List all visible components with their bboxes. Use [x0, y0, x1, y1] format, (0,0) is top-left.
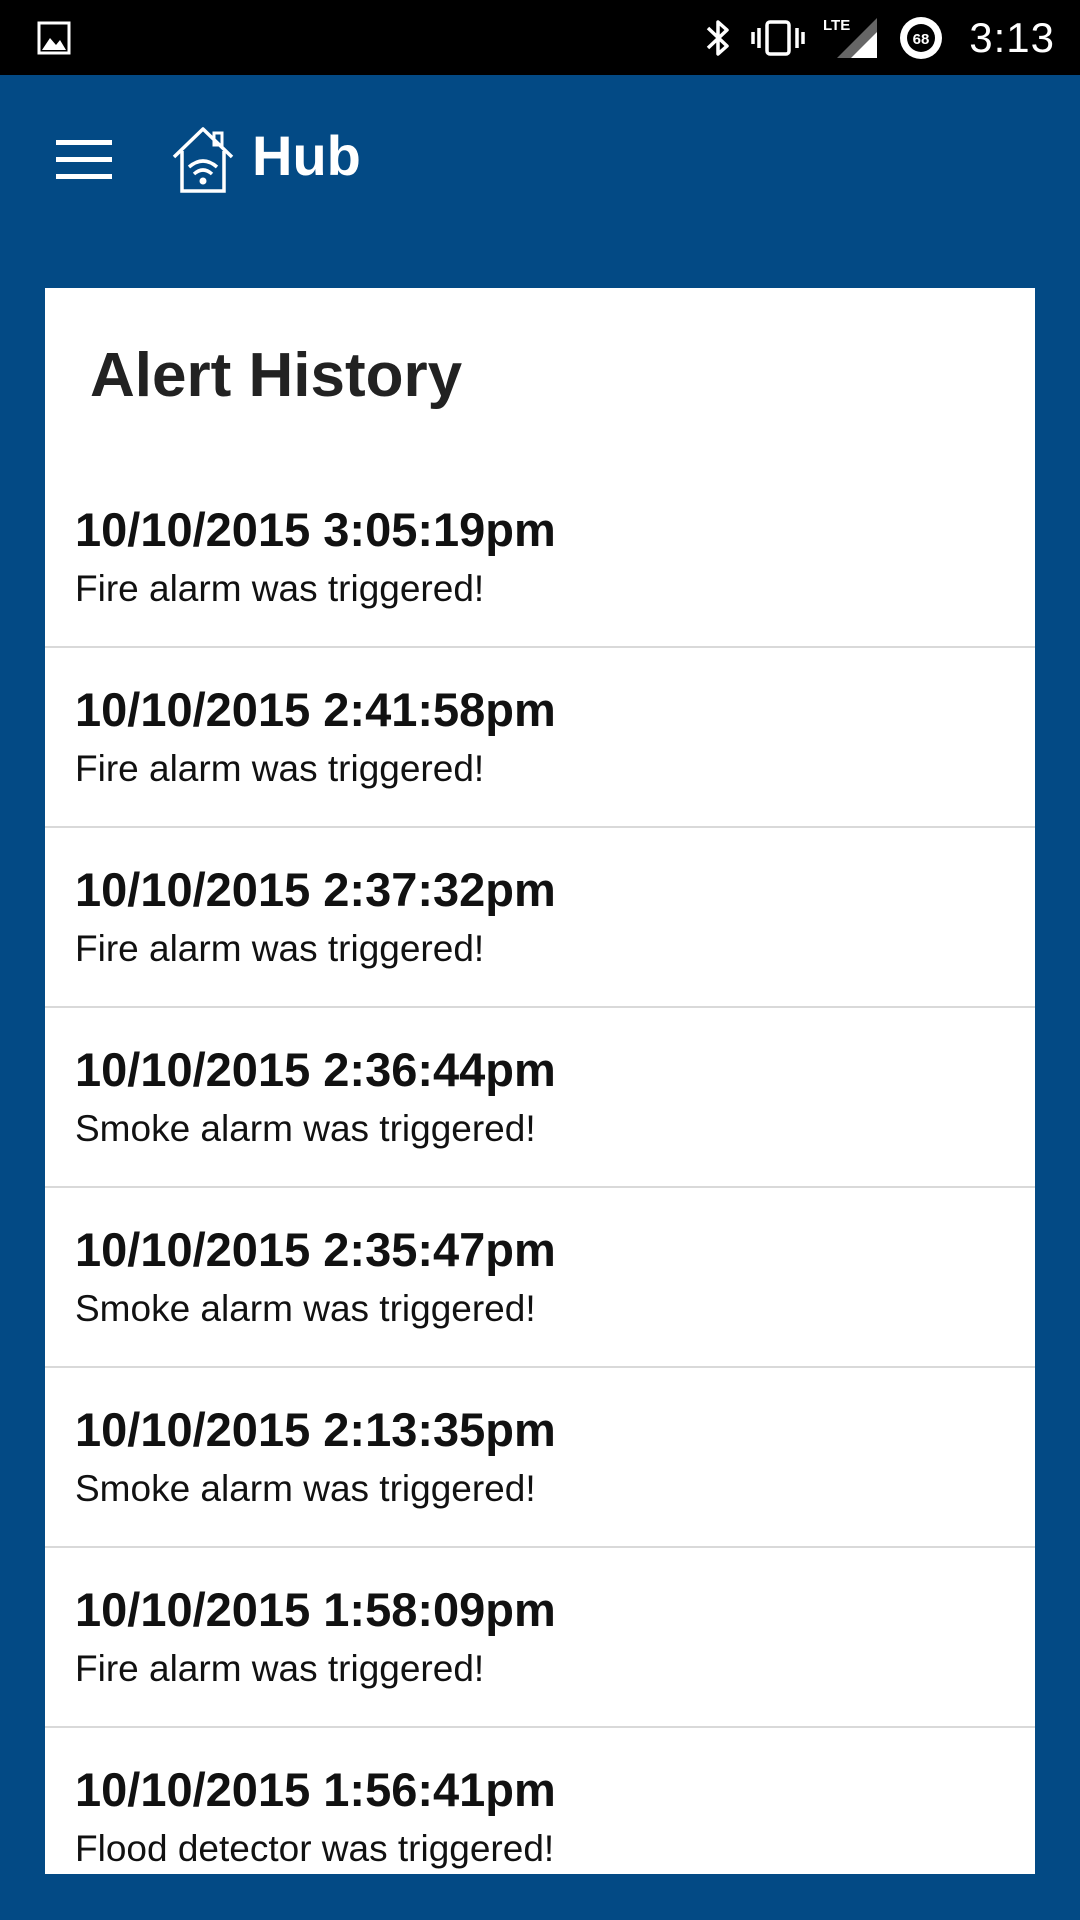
- svg-text:68: 68: [913, 31, 930, 48]
- alert-message: Fire alarm was triggered!: [75, 568, 485, 609]
- alert-message: Flood detector was triggered!: [75, 1828, 555, 1869]
- alert-item[interactable]: 10/10/2015 1:58:09pm Fire alarm was trig…: [45, 1548, 1035, 1728]
- alert-item[interactable]: 10/10/2015 2:37:32pm Fire alarm was trig…: [45, 828, 1035, 1008]
- svg-text:LTE: LTE: [823, 17, 850, 34]
- status-time: 3:13: [969, 13, 1055, 61]
- card-title: Alert History: [90, 341, 463, 410]
- alert-message: Fire alarm was triggered!: [75, 1648, 485, 1689]
- alert-item[interactable]: 10/10/2015 3:05:19pm Fire alarm was trig…: [45, 468, 1035, 648]
- status-bar: LTE 68 3:13: [0, 0, 1080, 75]
- image-icon: [37, 21, 71, 55]
- bluetooth-icon: [703, 16, 733, 60]
- alert-item[interactable]: 10/10/2015 2:36:44pm Smoke alarm was tri…: [45, 1008, 1035, 1188]
- battery-icon: 68: [897, 14, 945, 62]
- alert-time: 10/10/2015 2:36:44pm: [75, 1043, 556, 1096]
- alert-time: 10/10/2015 2:13:35pm: [75, 1403, 556, 1456]
- alert-time: 10/10/2015 2:35:47pm: [75, 1223, 556, 1276]
- home-wifi-icon: [170, 125, 236, 195]
- alert-time: 10/10/2015 2:37:32pm: [75, 863, 556, 916]
- alert-time: 10/10/2015 1:56:41pm: [75, 1763, 556, 1816]
- alert-time: 10/10/2015 3:05:19pm: [75, 503, 556, 556]
- app-bar: Hub: [0, 75, 1080, 245]
- alert-item[interactable]: 10/10/2015 2:35:47pm Smoke alarm was tri…: [45, 1188, 1035, 1368]
- alert-history-card: Alert History 10/10/2015 3:05:19pm Fire …: [45, 288, 1035, 1874]
- alert-message: Smoke alarm was triggered!: [75, 1288, 536, 1329]
- alert-item[interactable]: 10/10/2015 2:13:35pm Smoke alarm was tri…: [45, 1368, 1035, 1548]
- alert-list[interactable]: 10/10/2015 3:05:19pm Fire alarm was trig…: [45, 468, 1035, 1874]
- alert-message: Fire alarm was triggered!: [75, 928, 485, 969]
- alert-item[interactable]: 10/10/2015 1:56:41pm Flood detector was …: [45, 1728, 1035, 1874]
- vibrate-icon: [751, 16, 805, 60]
- alert-message: Smoke alarm was triggered!: [75, 1108, 536, 1149]
- alert-message: Fire alarm was triggered!: [75, 748, 485, 789]
- alert-item[interactable]: 10/10/2015 2:41:58pm Fire alarm was trig…: [45, 648, 1035, 828]
- app-title: Hub: [252, 124, 361, 187]
- alert-time: 10/10/2015 2:41:58pm: [75, 683, 556, 736]
- alert-message: Smoke alarm was triggered!: [75, 1468, 536, 1509]
- lte-signal-icon: LTE: [823, 14, 879, 62]
- alert-time: 10/10/2015 1:58:09pm: [75, 1583, 556, 1636]
- hamburger-menu-icon[interactable]: [45, 125, 123, 195]
